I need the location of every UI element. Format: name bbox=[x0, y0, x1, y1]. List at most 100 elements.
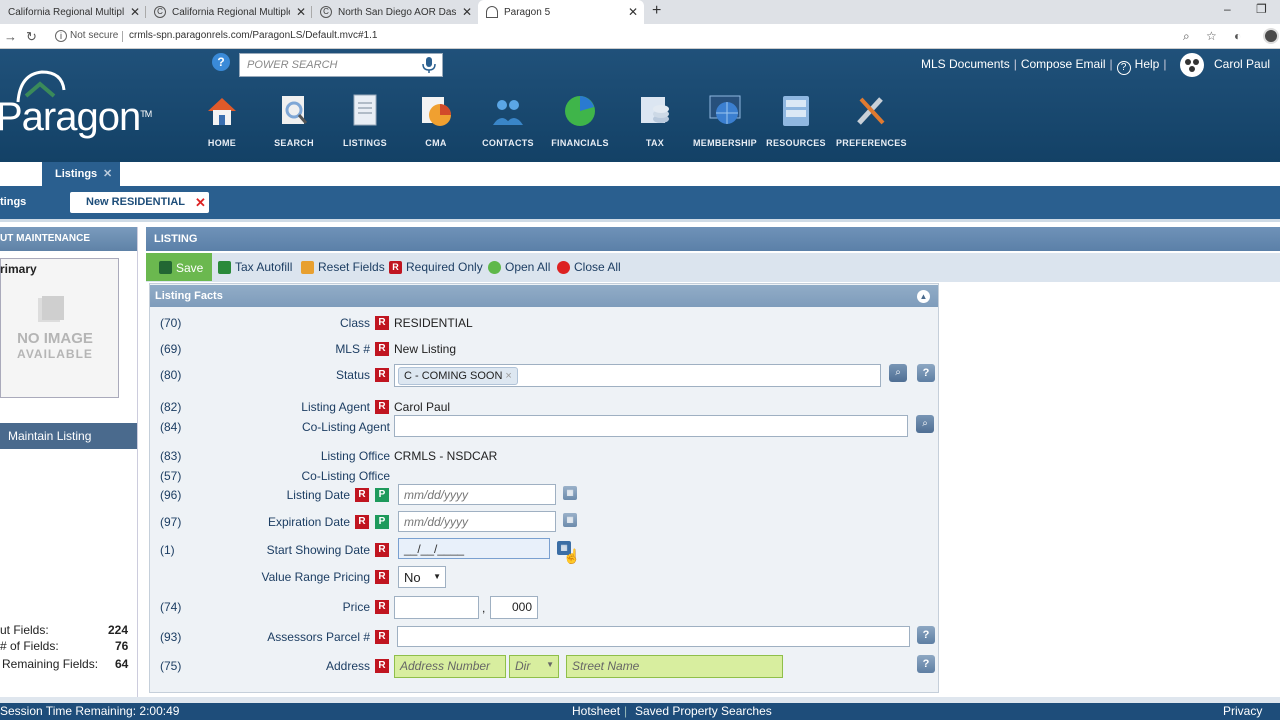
close-icon[interactable]: ✕ bbox=[195, 192, 206, 213]
co-listing-agent-input[interactable] bbox=[394, 415, 908, 437]
help-icon[interactable]: ? bbox=[1116, 61, 1131, 75]
status-lookup-search-icon[interactable]: ⌕ bbox=[889, 364, 907, 382]
paragon-logo[interactable]: ParagonTM bbox=[0, 95, 152, 140]
help-link[interactable]: Help bbox=[1135, 57, 1160, 71]
value-range-pricing-select[interactable]: No bbox=[398, 566, 446, 588]
toolbar-label: Open All bbox=[505, 260, 551, 274]
new-tab-button[interactable]: + bbox=[652, 2, 661, 20]
minimize-icon[interactable]: – bbox=[1224, 2, 1231, 16]
nav-search-button[interactable]: SEARCH bbox=[259, 93, 329, 148]
reload-icon[interactable]: ↻ bbox=[26, 29, 37, 45]
required-only-button[interactable]: R Required Only bbox=[389, 260, 483, 274]
maximize-icon[interactable]: ❐ bbox=[1256, 2, 1267, 16]
open-all-button[interactable]: Open All bbox=[488, 260, 550, 274]
privacy-link[interactable]: Privacy bbox=[1223, 704, 1262, 718]
stat-label: Remaining Fields: bbox=[2, 657, 99, 671]
address-dir-select[interactable]: Dir ▼ bbox=[509, 655, 559, 678]
status-help-icon[interactable]: ? bbox=[917, 364, 935, 382]
mls-documents-link[interactable]: MLS Documents bbox=[921, 57, 1010, 71]
close-tab-icon[interactable]: ✕ bbox=[103, 162, 112, 186]
required-badge: R bbox=[375, 630, 389, 644]
nav-preferences-button[interactable]: PREFERENCES bbox=[836, 93, 907, 148]
zoom-icon[interactable]: ⌕ bbox=[1183, 29, 1190, 44]
nav-membership-button[interactable]: MEMBERSHIP bbox=[690, 93, 760, 148]
star-icon[interactable]: ☆ bbox=[1206, 29, 1217, 43]
co-agent-lookup-search-icon[interactable]: ⌕ bbox=[916, 415, 934, 433]
calendar-icon[interactable]: ▦ bbox=[563, 486, 577, 500]
status-bar: Session Time Remaining: 2:00:49 Hotsheet… bbox=[0, 703, 1280, 720]
address-help-icon[interactable]: ? bbox=[917, 655, 935, 673]
divider: | bbox=[624, 704, 628, 718]
save-button[interactable]: Save bbox=[146, 253, 212, 281]
chevron-down-icon: ▼ bbox=[546, 660, 554, 669]
mls-label: MLS # bbox=[335, 342, 370, 356]
required-badge: R bbox=[355, 515, 369, 529]
price-thousands-input[interactable]: 000 bbox=[490, 596, 538, 619]
user-name[interactable]: Carol Paul bbox=[1214, 57, 1270, 71]
address-number-input[interactable]: Address Number bbox=[394, 655, 506, 678]
power-search-input[interactable]: POWER SEARCH bbox=[239, 53, 443, 77]
user-avatar-icon[interactable] bbox=[1180, 53, 1204, 77]
forward-icon[interactable]: → bbox=[4, 29, 17, 44]
nav-listings-button[interactable]: LISTINGS bbox=[330, 93, 400, 148]
close-tab-icon[interactable]: ✕ bbox=[130, 5, 140, 19]
close-tab-icon[interactable]: ✕ bbox=[628, 5, 638, 19]
eraser-icon bbox=[301, 260, 314, 274]
profile-avatar[interactable] bbox=[1263, 28, 1279, 44]
status-chip[interactable]: C - COMING SOON × bbox=[398, 367, 518, 385]
tab-home[interactable]: me bbox=[0, 162, 16, 186]
nav-tax-button[interactable]: TAX bbox=[620, 93, 690, 148]
expiration-date-input[interactable]: mm/dd/yyyy bbox=[398, 511, 556, 532]
expiration-date-label: Expiration Date bbox=[267, 515, 350, 529]
document-icon bbox=[347, 93, 383, 129]
browser-tab[interactable]: C North San Diego AOR Dashboar ✕ bbox=[312, 0, 478, 24]
price-input[interactable] bbox=[394, 596, 479, 619]
subtab-new-residential[interactable]: New RESIDENTIAL ✕ bbox=[70, 192, 209, 213]
assessors-parcel-input[interactable] bbox=[397, 626, 910, 647]
tab-listings[interactable]: Listings ✕ bbox=[42, 162, 120, 186]
nav-contacts-button[interactable]: CONTACTS bbox=[473, 93, 543, 148]
remove-chip-icon[interactable]: × bbox=[505, 370, 511, 382]
browser-tab-active[interactable]: Paragon 5 ✕ bbox=[478, 0, 644, 24]
close-all-button[interactable]: Close All bbox=[557, 260, 621, 274]
public-badge: P bbox=[375, 515, 389, 529]
start-showing-date-input[interactable]: __/__/____ bbox=[398, 538, 550, 559]
close-tab-icon[interactable]: ✕ bbox=[462, 5, 472, 19]
compose-email-link[interactable]: Compose Email bbox=[1021, 57, 1106, 71]
street-name-input[interactable]: Street Name bbox=[566, 655, 783, 678]
left-panel-header: UT MAINTENANCE bbox=[0, 227, 137, 251]
nav-resources-button[interactable]: RESOURCES bbox=[761, 93, 831, 148]
apn-help-icon[interactable]: ? bbox=[917, 626, 935, 644]
browser-tab[interactable]: California Regional Multiple Listi ✕ bbox=[0, 0, 146, 24]
address-label: Address bbox=[325, 659, 370, 673]
co-listing-office-label: Co-Listing Office bbox=[301, 469, 390, 483]
stat-label: # of Fields: bbox=[0, 639, 59, 653]
url-text[interactable]: crmls-spn.paragonrels.com/ParagonLS/Defa… bbox=[129, 30, 377, 41]
search-placeholder: POWER SEARCH bbox=[247, 59, 338, 71]
no-image-placeholder: NO IMAGE AVAILABLE bbox=[0, 294, 110, 361]
pie-chart-icon bbox=[418, 93, 454, 129]
open-all-icon bbox=[488, 260, 501, 274]
close-tab-icon[interactable]: ✕ bbox=[296, 5, 306, 19]
info-icon[interactable]: i bbox=[55, 30, 67, 42]
maintain-listing-button[interactable]: Maintain Listing bbox=[0, 423, 137, 449]
nav-home-button[interactable]: HOME bbox=[187, 93, 257, 148]
assessors-parcel-label: Assessors Parcel # bbox=[267, 630, 370, 644]
calendar-icon[interactable]: ▦ bbox=[563, 513, 577, 527]
listing-date-input[interactable]: mm/dd/yyyy bbox=[398, 484, 556, 505]
extension-icon[interactable]: ◐ bbox=[1234, 29, 1241, 43]
tax-autofill-button[interactable]: Tax Autofill bbox=[218, 260, 292, 274]
browser-tab[interactable]: C California Regional Multiple Listi ✕ bbox=[146, 0, 312, 24]
nav-cma-button[interactable]: CMA bbox=[401, 93, 471, 148]
microphone-icon[interactable] bbox=[420, 56, 438, 74]
logo-trademark: TM bbox=[140, 109, 152, 119]
price-label: Price bbox=[342, 600, 370, 614]
subtab-listings[interactable]: tings bbox=[0, 196, 26, 208]
help-question-icon[interactable]: ? bbox=[212, 53, 230, 71]
collapse-icon[interactable]: ▲ bbox=[917, 290, 930, 303]
saved-searches-link[interactable]: Saved Property Searches bbox=[635, 704, 772, 718]
hotsheet-link[interactable]: Hotsheet bbox=[572, 704, 620, 718]
reset-fields-button[interactable]: Reset Fields bbox=[301, 260, 385, 274]
session-timer: Session Time Remaining: 2:00:49 bbox=[0, 704, 180, 718]
nav-financials-button[interactable]: FINANCIALS bbox=[545, 93, 615, 148]
